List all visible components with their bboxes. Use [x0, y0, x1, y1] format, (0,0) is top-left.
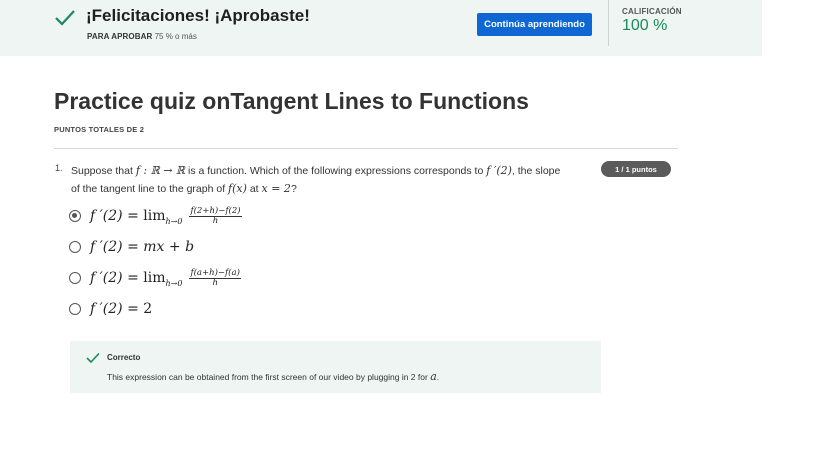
- lim-text: lim: [143, 208, 166, 224]
- question-text-part: is a function. Which of the following ex…: [188, 165, 484, 177]
- pass-requirement: PARA APROBAR 75 % o más: [87, 32, 197, 41]
- option-math: f ′(2) = lim h→0 f(2+h)−f(2) h: [90, 205, 242, 226]
- option-lhs: f ′(2) =: [90, 239, 139, 255]
- radio-button[interactable]: [69, 241, 81, 253]
- question-text-part: , the slope: [511, 165, 561, 177]
- feedback-text: This expression can be obtained from the…: [107, 370, 439, 383]
- continue-learning-button[interactable]: Continúa aprendiendo: [477, 13, 592, 36]
- option-lhs: f ′(2) =: [90, 270, 139, 286]
- points-badge: 1 / 1 puntos: [601, 161, 671, 177]
- fraction-numerator: f(2+h)−f(2): [189, 205, 242, 217]
- math-expression: x = 2: [261, 182, 291, 195]
- feedback-text-part: .: [436, 372, 440, 382]
- answer-option-2[interactable]: f ′(2) = mx + b: [69, 237, 194, 257]
- radio-button-selected[interactable]: [69, 210, 81, 222]
- lim-subscript: h→0: [165, 278, 183, 288]
- pass-label: PARA APROBAR: [87, 32, 153, 41]
- feedback-text-part: This expression can be obtained from the…: [107, 372, 428, 382]
- option-math: f ′(2) = 2: [90, 301, 152, 317]
- radio-button[interactable]: [69, 272, 81, 284]
- divider: [608, 0, 609, 46]
- question-text-part: at: [249, 183, 259, 195]
- pass-value: 75 % o más: [154, 32, 197, 41]
- question-text-part: ?: [290, 183, 297, 195]
- feedback-panel: Correcto This expression can be obtained…: [70, 341, 601, 393]
- math-expression: f : ℝ → ℝ: [135, 164, 186, 177]
- math-expression: f ′(2): [486, 164, 512, 177]
- checkmark-icon: [55, 10, 75, 26]
- question-number: 1.: [55, 163, 63, 173]
- total-points: PUNTOS TOTALES DE 2: [54, 125, 145, 134]
- grade-value: 100 %: [622, 17, 668, 34]
- fraction-denominator: h: [212, 215, 219, 226]
- success-banner: ¡Felicitaciones! ¡Aprobaste! PARA APROBA…: [0, 0, 762, 56]
- option-expression: mx + b: [143, 239, 195, 255]
- math-expression: f(x): [228, 182, 247, 195]
- feedback-title: Correcto: [107, 353, 141, 362]
- fraction-denominator: h: [212, 277, 218, 288]
- fraction-numerator: f(a+h)−f(a): [189, 267, 241, 279]
- checkmark-icon: [86, 352, 100, 364]
- answer-option-3[interactable]: f ′(2) = lim h→0 f(a+h)−f(a) h: [69, 268, 241, 288]
- lim-text: lim: [143, 270, 166, 286]
- fraction: f(2+h)−f(2) h: [189, 205, 242, 226]
- page-title: Practice quiz onTangent Lines to Functio…: [54, 88, 529, 114]
- question-text-part: of the tangent line to the graph of: [71, 183, 226, 195]
- banner-title: ¡Felicitaciones! ¡Aprobaste!: [86, 6, 310, 25]
- answer-option-1[interactable]: f ′(2) = lim h→0 f(2+h)−f(2) h: [69, 206, 242, 226]
- question-text-part: Suppose that: [71, 165, 133, 177]
- grade-label: CALIFICACIÓN: [622, 7, 682, 16]
- lim-subscript: h→0: [165, 216, 183, 226]
- radio-button[interactable]: [69, 303, 81, 315]
- option-expression: 2: [143, 301, 153, 317]
- option-lhs: f ′(2) =: [90, 208, 139, 224]
- option-math: f ′(2) = mx + b: [90, 239, 194, 255]
- option-math: f ′(2) = lim h→0 f(a+h)−f(a) h: [90, 267, 241, 288]
- answer-option-4[interactable]: f ′(2) = 2: [69, 299, 152, 319]
- option-lhs: f ′(2) =: [90, 301, 139, 317]
- question-text: Suppose that f : ℝ → ℝ is a function. Wh…: [71, 162, 611, 198]
- fraction: f(a+h)−f(a) h: [189, 267, 241, 288]
- divider: [54, 148, 678, 149]
